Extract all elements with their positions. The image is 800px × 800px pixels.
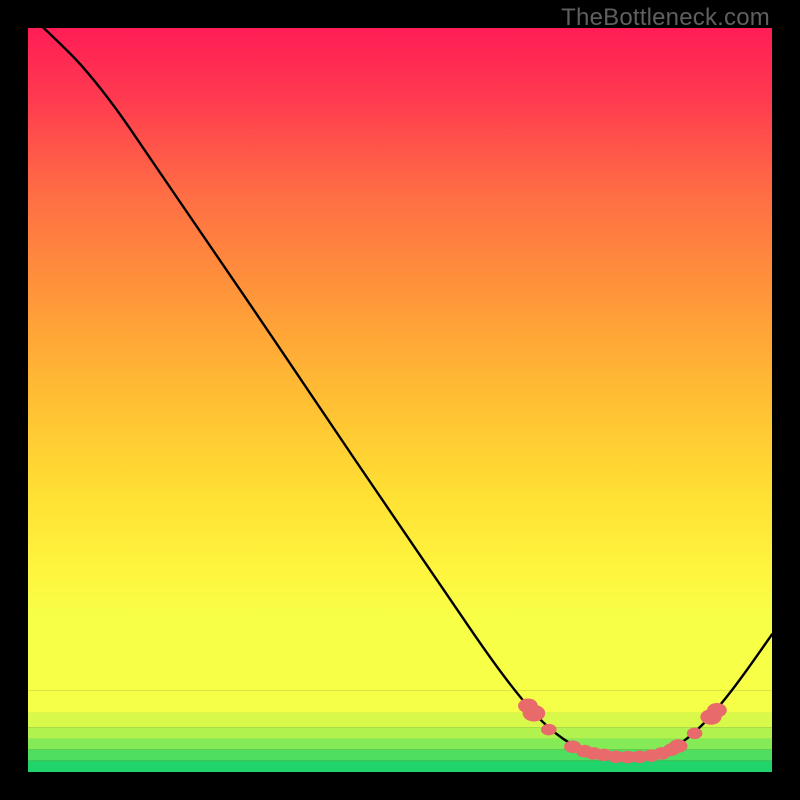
trough-marker — [707, 703, 727, 718]
trough-marker — [541, 724, 557, 735]
chart-frame: TheBottleneck.com — [0, 0, 800, 800]
trough-marker — [669, 739, 687, 753]
trough-marker — [523, 705, 546, 722]
watermark-text: TheBottleneck.com — [561, 4, 770, 32]
plot-area — [28, 28, 772, 772]
trough-marker — [687, 728, 703, 739]
bottleneck-chart-svg — [28, 28, 772, 772]
